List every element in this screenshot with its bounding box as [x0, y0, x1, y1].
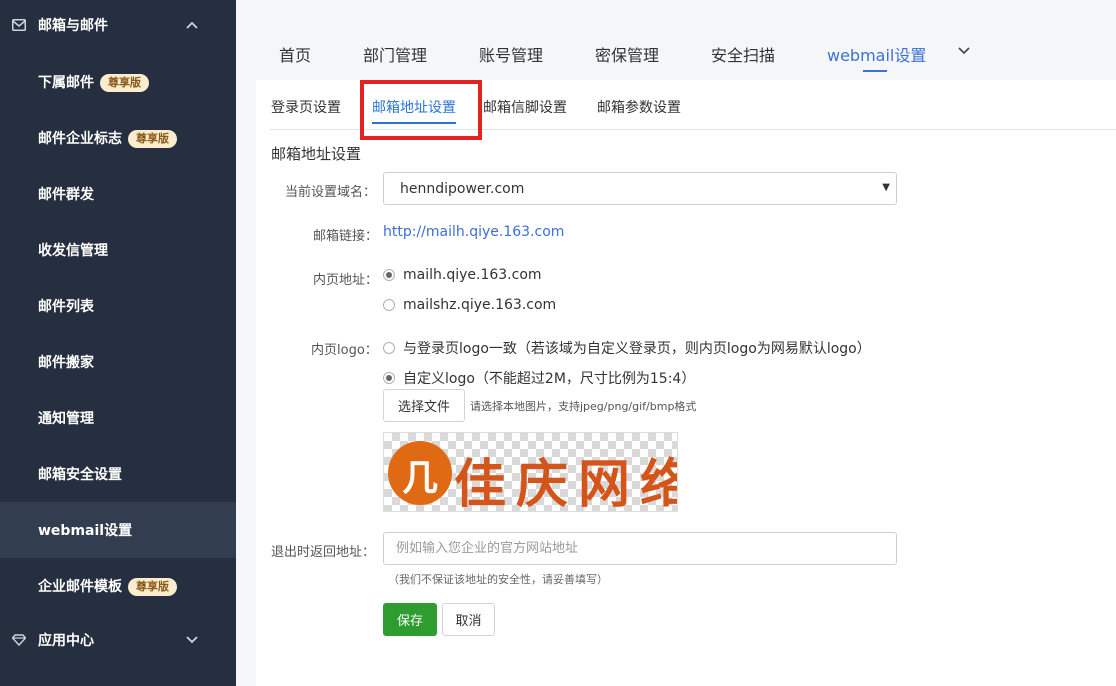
sidebar-item-send-receive[interactable]: 收发信管理	[0, 222, 236, 278]
sidebar-item-label: 邮件列表	[38, 299, 94, 315]
logout-address-note: （我们不保证该地址的安全性，请妥善填写）	[388, 573, 608, 586]
domain-label: 当前设置域名：	[285, 185, 377, 200]
sidebar-item-security[interactable]: 邮箱安全设置	[0, 446, 236, 502]
sidebar-section-apps-label: 应用中心	[38, 633, 94, 649]
radio-button[interactable]	[383, 342, 395, 354]
radio-label: mailh.qiye.163.com	[403, 267, 542, 283]
tab-home[interactable]: 首页	[279, 42, 311, 66]
tab-department[interactable]: 部门管理	[363, 42, 427, 66]
logo-preview-text: 佳庆网络	[454, 454, 678, 512]
content-panel: 登录页设置 邮箱地址设置 邮箱信脚设置 邮箱参数设置 邮箱地址设置 当前设置域名…	[256, 80, 1116, 686]
inner-logo-label: 内页logo：	[311, 343, 378, 358]
logout-address-label: 退出时返回地址：	[271, 545, 376, 560]
divider	[270, 129, 1116, 130]
sidebar-item-label: 邮件搬家	[38, 355, 94, 371]
sidebar-item-mass-mail[interactable]: 邮件群发	[0, 166, 236, 222]
tab-accounts[interactable]: 账号管理	[479, 42, 543, 66]
sidebar-item-label: 企业邮件模板	[38, 579, 122, 595]
sidebar-item-label: 邮箱安全设置	[38, 467, 122, 483]
sidebar-item-mail-migration[interactable]: 邮件搬家	[0, 334, 236, 390]
sidebar-item-label: 通知管理	[38, 411, 94, 427]
logout-address-input[interactable]	[383, 532, 897, 565]
chevron-down-icon	[186, 633, 198, 647]
sidebar-item-subordinate-mail[interactable]: 下属邮件 尊享版	[0, 54, 236, 110]
inner-address-label: 内页地址：	[313, 273, 379, 288]
section-title: 邮箱地址设置	[271, 145, 362, 163]
sidebar-item-label: 下属邮件	[38, 75, 94, 91]
radio-logo-custom[interactable]: 自定义logo（不能超过2M，尺寸比例为15:4）	[383, 368, 695, 388]
sidebar-item-mail-templates[interactable]: 企业邮件模板 尊享版	[0, 558, 236, 614]
file-hint: 请选择本地图片，支持jpeg/png/gif/bmp格式	[470, 400, 697, 413]
subtab-login-page[interactable]: 登录页设置	[271, 97, 341, 117]
radio-label: mailshz.qiye.163.com	[403, 297, 557, 313]
mail-link[interactable]: http://mailh.qiye.163.com	[383, 224, 564, 240]
premium-badge: 尊享版	[100, 74, 149, 92]
caret-down-icon: ▼	[882, 182, 890, 193]
premium-badge: 尊享版	[128, 578, 177, 596]
logo-mark: 几	[388, 441, 452, 505]
sidebar-section-mail-label: 邮箱与邮件	[38, 18, 108, 34]
mail-icon	[12, 18, 26, 32]
tab-security-questions[interactable]: 密保管理	[595, 42, 659, 66]
active-tab-indicator	[863, 70, 887, 72]
subtab-mail-params[interactable]: 邮箱参数设置	[597, 97, 681, 117]
tab-webmail-settings[interactable]: webmail设置	[827, 42, 926, 66]
premium-badge: 尊享版	[128, 130, 177, 148]
sidebar-item-notifications[interactable]: 通知管理	[0, 390, 236, 446]
sidebar-item-mail-enterprise-logo[interactable]: 邮件企业标志 尊享版	[0, 110, 236, 166]
sidebar-item-label: 邮件企业标志	[38, 131, 122, 147]
radio-label: 与登录页logo一致（若该域为自定义登录页，则内页logo为网易默认logo）	[403, 341, 871, 357]
chevron-up-icon	[186, 18, 198, 32]
subtab-mail-address[interactable]: 邮箱地址设置	[372, 97, 456, 117]
mail-link-label: 邮箱链接：	[313, 229, 379, 244]
sidebar-item-label: 邮件群发	[38, 187, 94, 203]
radio-button[interactable]	[383, 269, 395, 281]
choose-file-button[interactable]: 选择文件	[383, 389, 465, 422]
top-tab-bar: 首页 部门管理 账号管理 密保管理 安全扫描 webmail设置	[236, 0, 1116, 80]
logo-preview: 几 佳庆网络	[383, 432, 678, 512]
sidebar-item-webmail-settings[interactable]: webmail设置	[0, 502, 236, 558]
cancel-button[interactable]: 取消	[442, 603, 495, 636]
active-subtab-indicator	[372, 122, 456, 124]
sidebar-item-label: 收发信管理	[38, 243, 108, 259]
radio-inner-address-mailshz[interactable]: mailshz.qiye.163.com	[383, 297, 556, 313]
domain-select[interactable]: henndipower.com ▼	[383, 172, 897, 205]
subtab-mail-footer[interactable]: 邮箱信脚设置	[483, 97, 567, 117]
chevron-down-icon[interactable]	[958, 44, 970, 58]
sidebar-section-mail[interactable]: 邮箱与邮件	[0, 0, 236, 50]
sidebar-section-apps[interactable]: 应用中心	[0, 615, 236, 665]
sidebar-item-label: webmail设置	[38, 523, 133, 539]
radio-label: 自定义logo（不能超过2M，尺寸比例为15:4）	[403, 371, 696, 387]
save-button[interactable]: 保存	[383, 603, 437, 636]
diamond-icon	[12, 633, 26, 647]
radio-inner-address-mailh[interactable]: mailh.qiye.163.com	[383, 267, 542, 283]
radio-button[interactable]	[383, 372, 395, 384]
radio-logo-same-as-login[interactable]: 与登录页logo一致（若该域为自定义登录页，则内页logo为网易默认logo）	[383, 338, 871, 358]
domain-select-value: henndipower.com	[400, 181, 525, 197]
radio-button[interactable]	[383, 299, 395, 311]
tab-security-scan[interactable]: 安全扫描	[711, 42, 775, 66]
sidebar-item-mail-list[interactable]: 邮件列表	[0, 278, 236, 334]
sidebar: 邮箱与邮件 下属邮件 尊享版 邮件企业标志 尊享版 邮件群发 收发信管理 邮件列表 …	[0, 0, 236, 686]
